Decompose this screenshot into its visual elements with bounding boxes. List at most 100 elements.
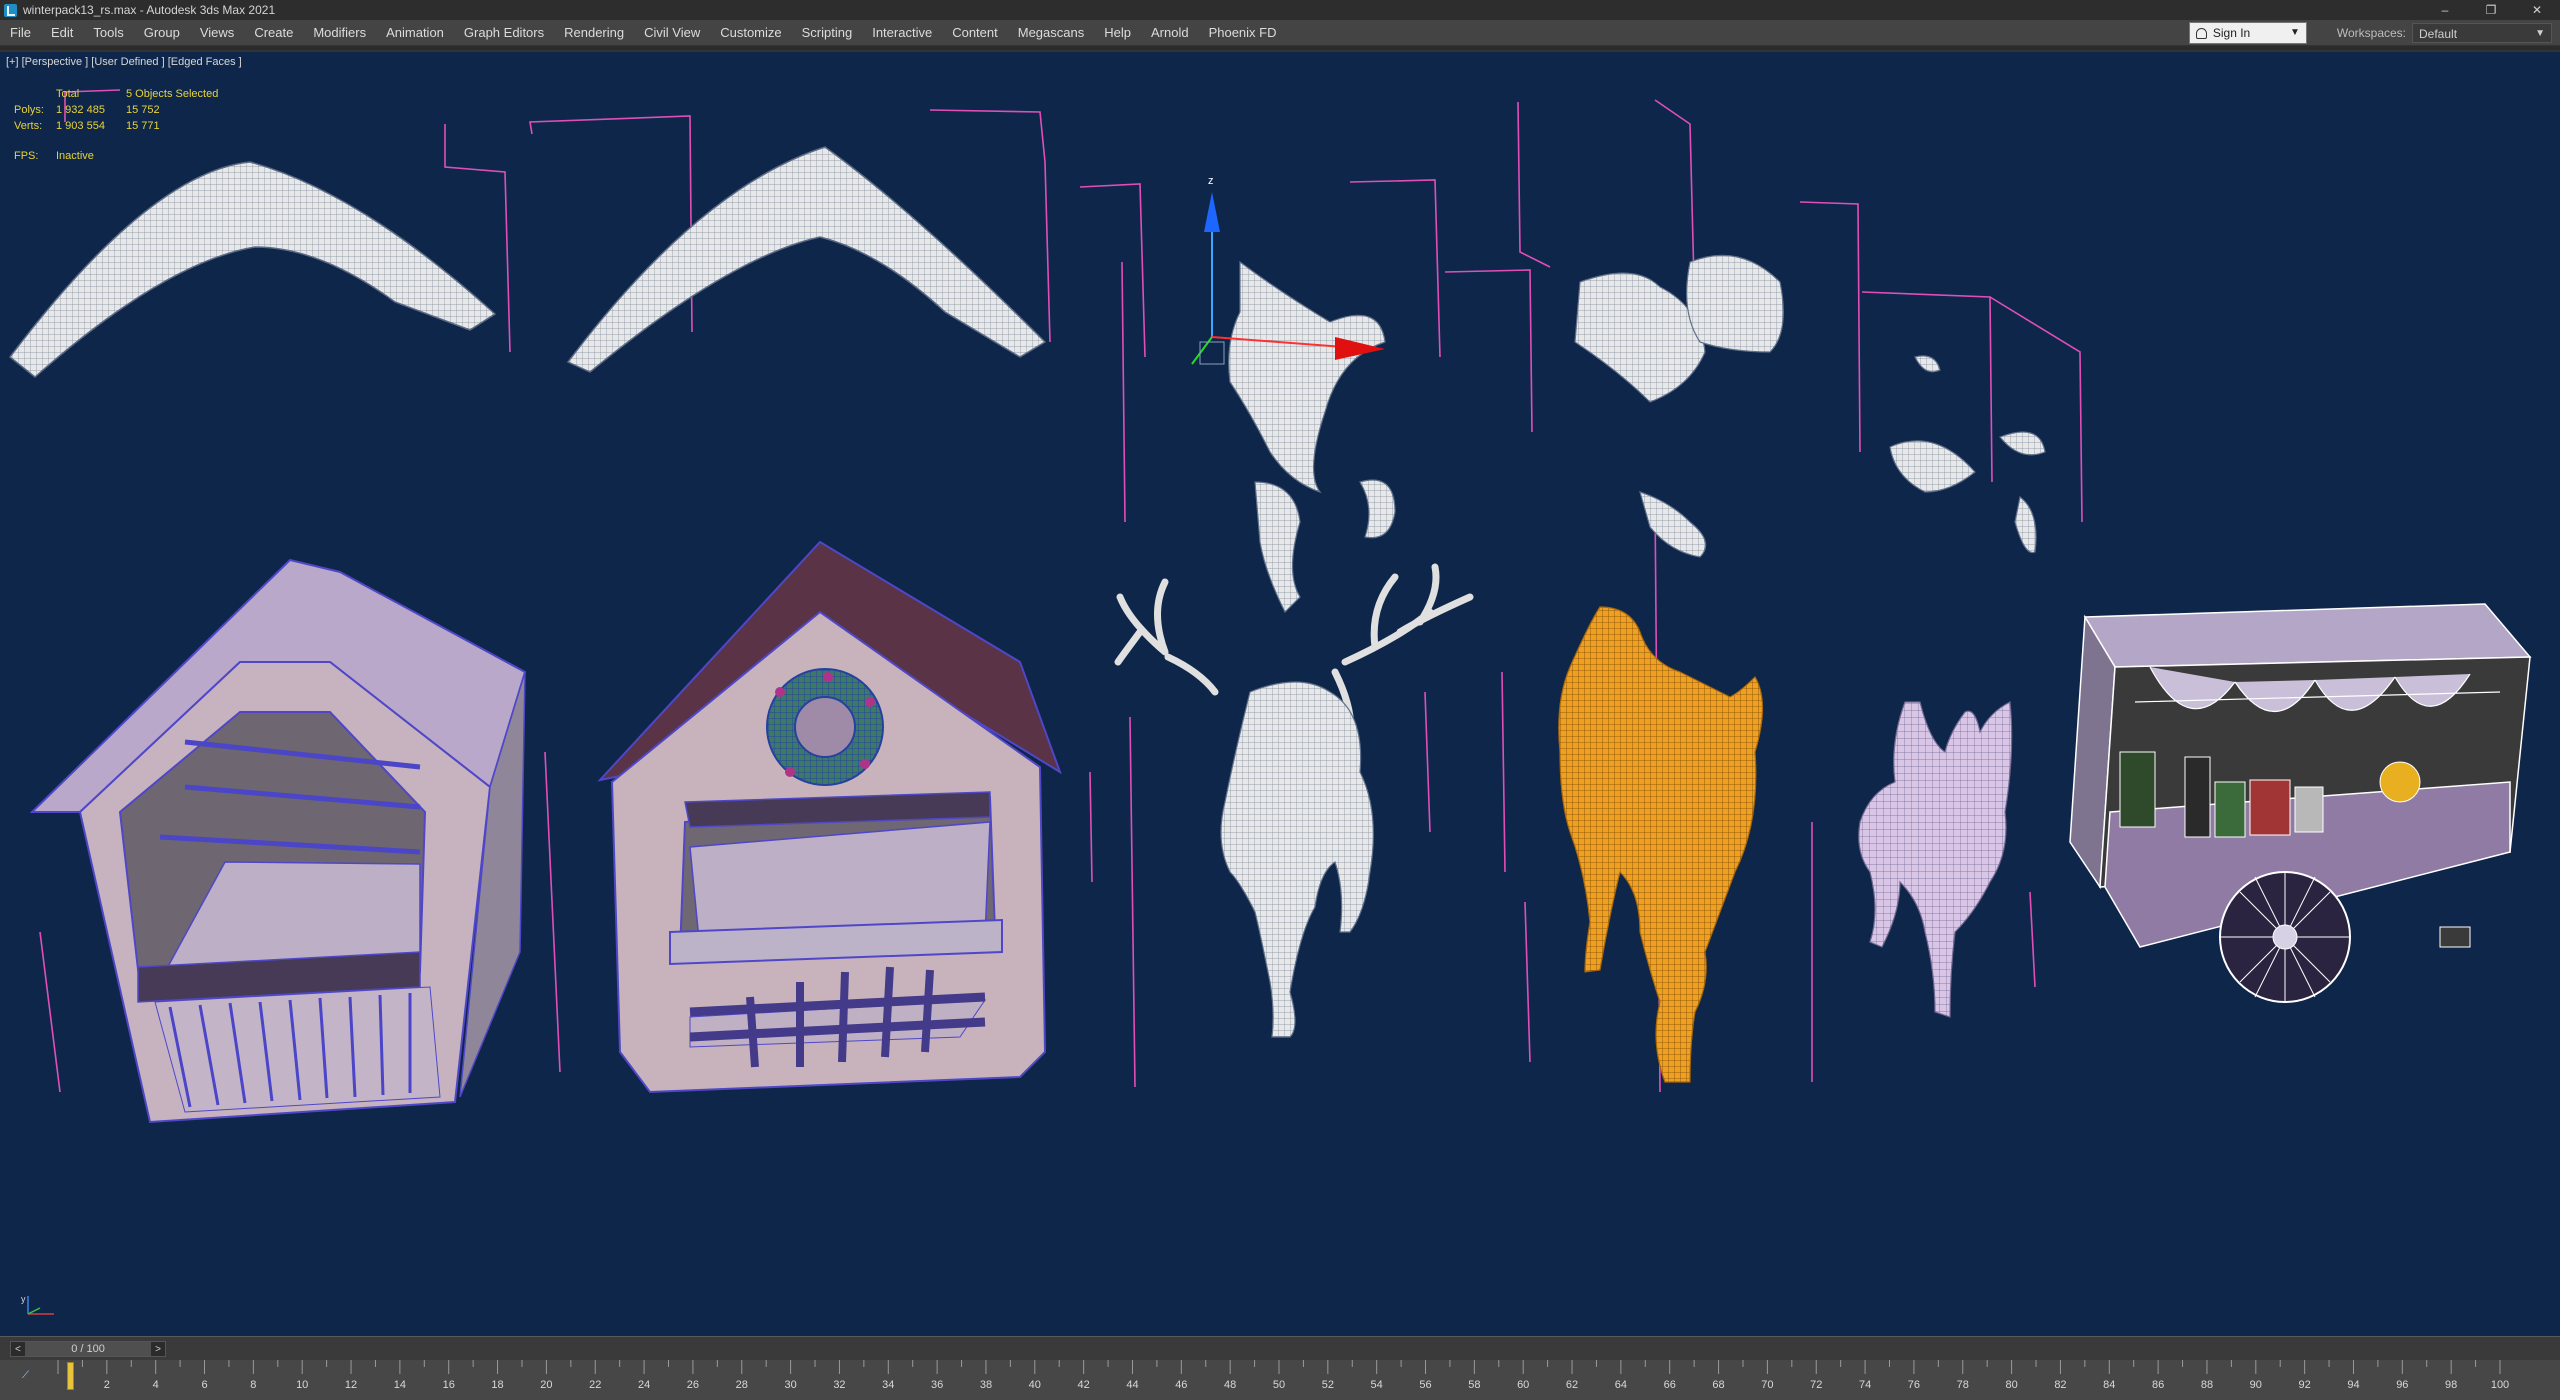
ruler-tick-label: 38 bbox=[979, 1379, 993, 1391]
stats-header-row: Total 5 Objects Selected bbox=[14, 86, 218, 102]
menu-file[interactable]: File bbox=[0, 20, 41, 46]
ruler-tick-label: 30 bbox=[784, 1379, 797, 1391]
next-frame-button[interactable]: > bbox=[151, 1342, 165, 1356]
statistics-overlay: Total 5 Objects Selected Polys: 1 932 48… bbox=[14, 86, 218, 164]
ruler-tick-label: 54 bbox=[1370, 1379, 1383, 1391]
ruler-tick-label: 10 bbox=[296, 1379, 309, 1391]
menu-content[interactable]: Content bbox=[942, 20, 1008, 46]
ruler-tick-label: 52 bbox=[1321, 1379, 1334, 1391]
ruler-tick-label: 90 bbox=[2249, 1379, 2262, 1391]
menu-edit[interactable]: Edit bbox=[41, 20, 83, 46]
tripod-label: y bbox=[21, 1294, 26, 1304]
menu-views[interactable]: Views bbox=[190, 20, 244, 46]
user-icon bbox=[2195, 27, 2207, 39]
ruler-tick-label: 100 bbox=[2490, 1379, 2510, 1391]
ruler-tick-label: 12 bbox=[344, 1379, 358, 1391]
menu-bar: File Edit Tools Group Views Create Modif… bbox=[0, 20, 2560, 46]
ruler-tick-label: 84 bbox=[2103, 1379, 2116, 1391]
pony-model[interactable] bbox=[1858, 701, 2013, 1018]
stats-fps-label: FPS: bbox=[14, 150, 39, 162]
minimize-button[interactable]: – bbox=[2422, 0, 2468, 20]
chevron-down-icon: ▼ bbox=[2535, 28, 2545, 39]
ruler-tick-label: 86 bbox=[2151, 1379, 2165, 1391]
ruler-tick-label: 14 bbox=[393, 1379, 406, 1391]
restore-button[interactable]: ❐ bbox=[2468, 0, 2514, 20]
workspaces-select[interactable]: Default ▼ bbox=[2412, 23, 2552, 43]
gizmo-z-label: z bbox=[1208, 175, 1214, 187]
time-slider[interactable]: < 0 / 100 > bbox=[10, 1341, 166, 1357]
market-cart[interactable] bbox=[2069, 603, 2532, 1003]
stats-selection: 5 Objects Selected bbox=[126, 88, 219, 100]
ruler-tick-label: 74 bbox=[1858, 1379, 1872, 1391]
menu-group[interactable]: Group bbox=[134, 20, 190, 46]
stats-verts-row: Verts: 1 903 554 15 771 bbox=[14, 118, 218, 134]
ruler-tick-label: 2 bbox=[103, 1379, 110, 1391]
stats-gap bbox=[14, 134, 218, 148]
menu-graph-editors[interactable]: Graph Editors bbox=[454, 20, 554, 46]
menu-customize[interactable]: Customize bbox=[710, 20, 791, 46]
menu-arnold[interactable]: Arnold bbox=[1141, 20, 1199, 46]
deer-parts[interactable] bbox=[1228, 254, 2046, 614]
stats-verts-selected: 15 771 bbox=[126, 120, 160, 132]
menu-help[interactable]: Help bbox=[1094, 20, 1141, 46]
title-bar: winterpack13_rs.max - Autodesk 3ds Max 2… bbox=[0, 0, 2560, 20]
sign-in-label: Sign In bbox=[2212, 26, 2251, 40]
stats-polys-label: Polys: bbox=[14, 104, 44, 116]
horse-model-selected[interactable] bbox=[1558, 606, 1764, 1083]
perspective-viewport[interactable]: z [+] [Perspective] [User Defined] [Ed… bbox=[0, 50, 2560, 1336]
app-logo-icon bbox=[4, 3, 17, 17]
prev-frame-button[interactable]: < bbox=[11, 1342, 25, 1356]
stats-fps-value: Inactive bbox=[56, 150, 94, 162]
menu-interactive[interactable]: Interactive bbox=[862, 20, 942, 46]
track-bar[interactable]: ⟋ 2 4 6 8 10 12 14 16 18 20 22 24 26 28 30 32 34 36 38 40 42… bbox=[0, 1360, 2560, 1400]
ruler-tick-label: 62 bbox=[1565, 1379, 1579, 1391]
ruler-tick-label: 94 bbox=[2347, 1379, 2360, 1391]
ruler-tick-label: 18 bbox=[491, 1379, 504, 1391]
ruler-tick-label: 4 bbox=[152, 1379, 159, 1391]
stats-total-label: Total bbox=[56, 88, 80, 100]
ruler-tick-label: 8 bbox=[250, 1379, 257, 1391]
menu-rendering[interactable]: Rendering bbox=[554, 20, 634, 46]
ruler-tick-label: 42 bbox=[1077, 1379, 1090, 1391]
ruler-tick-label: 80 bbox=[2005, 1379, 2018, 1391]
workspaces-value: Default bbox=[2419, 27, 2458, 41]
viewport-label[interactable]: [+] [Perspective ] [User Defined ] [Edge… bbox=[6, 56, 242, 68]
market-stall-2[interactable] bbox=[597, 540, 1062, 1094]
scene-canvas[interactable]: z bbox=[0, 52, 2560, 1336]
ruler-tick-label: 60 bbox=[1517, 1379, 1530, 1391]
window-title: winterpack13_rs.max - Autodesk 3ds Max 2… bbox=[23, 3, 276, 17]
market-stall-1[interactable] bbox=[29, 558, 527, 1124]
ruler-tick-label: 36 bbox=[930, 1379, 944, 1391]
roof-piece-2[interactable] bbox=[566, 146, 1047, 373]
menu-megascans[interactable]: Megascans bbox=[1008, 20, 1094, 46]
ruler-tick-label: 82 bbox=[2054, 1379, 2067, 1391]
roof-piece-1[interactable] bbox=[8, 161, 497, 378]
menu-create[interactable]: Create bbox=[244, 20, 303, 46]
ruler-tick-label: 44 bbox=[1126, 1379, 1139, 1391]
reindeer-model[interactable] bbox=[1114, 563, 1474, 1038]
sign-in-dropdown[interactable]: Sign In ▼ bbox=[2188, 22, 2307, 44]
menu-phoenix-fd[interactable]: Phoenix FD bbox=[1199, 20, 1287, 46]
menu-modifiers[interactable]: Modifiers bbox=[303, 20, 376, 46]
ruler-tick-label: 64 bbox=[1614, 1379, 1627, 1391]
menu-tools[interactable]: Tools bbox=[83, 20, 133, 46]
close-button[interactable]: ✕ bbox=[2514, 0, 2560, 20]
ruler-tick-label: 6 bbox=[201, 1379, 208, 1391]
ruler-tick-label: 16 bbox=[442, 1379, 455, 1391]
menu-animation[interactable]: Animation bbox=[376, 20, 454, 46]
stats-verts-label: Verts: bbox=[14, 120, 43, 132]
ruler-tick-label: 46 bbox=[1175, 1379, 1188, 1391]
time-slider-handle[interactable]: 0 / 100 bbox=[24, 1342, 152, 1356]
ruler-tick-label: 22 bbox=[589, 1379, 602, 1391]
ruler-tick-label: 20 bbox=[540, 1379, 553, 1391]
menu-civil-view[interactable]: Civil View bbox=[634, 20, 710, 46]
ruler-tick-label: 96 bbox=[2396, 1379, 2409, 1391]
ruler-tick-label: 98 bbox=[2445, 1379, 2458, 1391]
ruler-tick-label: 56 bbox=[1419, 1379, 1432, 1391]
workspaces-label: Workspaces: bbox=[2336, 26, 2406, 40]
menu-scripting[interactable]: Scripting bbox=[792, 20, 863, 46]
ruler-tick-label: 70 bbox=[1761, 1379, 1774, 1391]
ruler-tick-label: 88 bbox=[2200, 1379, 2214, 1391]
ruler-tick-label: 76 bbox=[1907, 1379, 1921, 1391]
ruler-tick-label: 68 bbox=[1712, 1379, 1725, 1391]
